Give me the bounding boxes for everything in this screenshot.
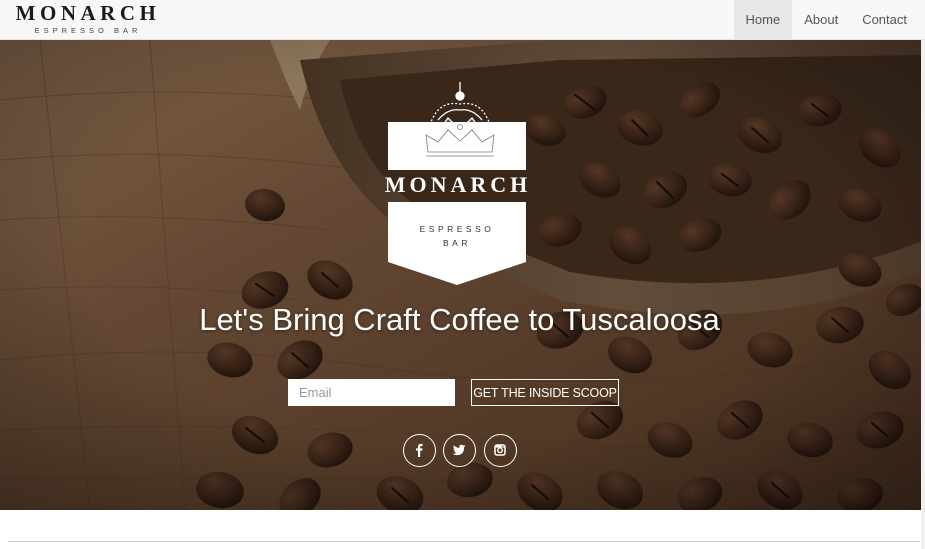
- content-area: [0, 510, 925, 549]
- twitter-icon: [452, 444, 466, 456]
- main-nav: Home About Contact: [733, 0, 919, 40]
- instagram-button[interactable]: [484, 434, 517, 467]
- logo-brand-name: MONARCH: [385, 172, 532, 197]
- hero-section: MONARCH ESPRESSO BAR Let's Bring Craft C…: [0, 40, 925, 510]
- monarch-crown-logo: MONARCH ESPRESSO BAR: [385, 82, 532, 285]
- email-input[interactable]: [288, 379, 455, 406]
- brand-logo[interactable]: MONARCH ESPRESSO BAR: [12, 2, 164, 35]
- hero-title: Let's Bring Craft Coffee to Tuscaloosa: [199, 302, 720, 337]
- brand-subtitle: ESPRESSO BAR: [34, 26, 142, 35]
- page-scrollbar[interactable]: [921, 40, 925, 549]
- top-navbar: MONARCH ESPRESSO BAR Home About Contact: [0, 0, 925, 40]
- nav-item-contact[interactable]: Contact: [850, 0, 919, 40]
- facebook-icon: [416, 443, 423, 457]
- facebook-button[interactable]: [403, 434, 436, 467]
- brand-name: MONARCH: [15, 1, 161, 25]
- nav-item-about[interactable]: About: [792, 0, 850, 40]
- twitter-button[interactable]: [443, 434, 476, 467]
- get-inside-scoop-button[interactable]: GET THE INSIDE SCOOP: [471, 379, 619, 406]
- instagram-icon: [494, 444, 506, 456]
- social-links: [403, 434, 517, 467]
- logo-sub-line2: BAR: [443, 238, 471, 248]
- section-divider: [8, 541, 920, 542]
- logo-sub-line1: ESPRESSO: [420, 224, 495, 234]
- nav-item-home[interactable]: Home: [733, 0, 793, 40]
